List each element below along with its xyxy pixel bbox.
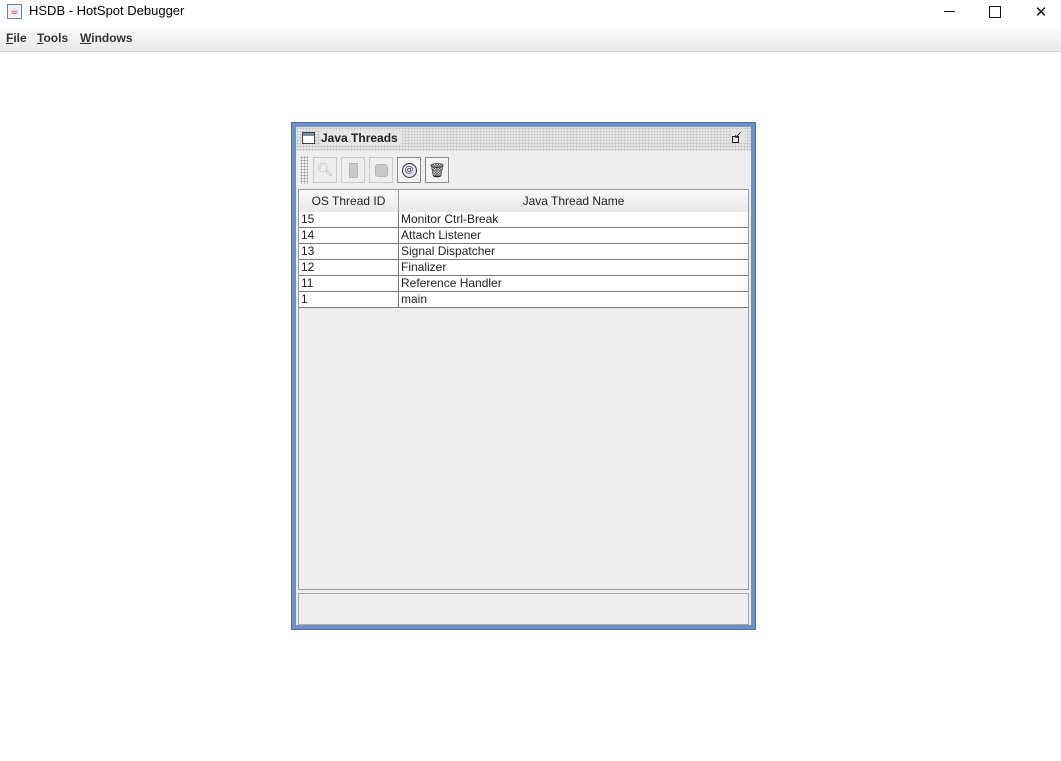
table-row[interactable]: 15 Monitor Ctrl-Break [299, 212, 748, 228]
window-title: HSDB - HotSpot Debugger [29, 3, 185, 18]
frame-restore-button[interactable]: ↙ [731, 129, 745, 143]
menu-file[interactable]: File [6, 31, 27, 45]
cell-java-thread-name: main [401, 292, 428, 306]
frame-titlebar[interactable]: Java Threads ↙ [296, 127, 751, 151]
bottom-status-panel [298, 593, 749, 625]
window-titlebar: ☕ HSDB - HotSpot Debugger ✕ [0, 0, 1061, 24]
cell-java-thread-name: Finalizer [401, 260, 447, 274]
cell-os-thread-id: 12 [299, 260, 399, 275]
cell-java-thread-name: Signal Dispatcher [401, 244, 496, 258]
table-row[interactable]: 14 Attach Listener [299, 228, 748, 244]
java-app-icon: ☕ [7, 4, 22, 19]
cell-os-thread-id: 13 [299, 244, 399, 259]
cell-os-thread-id: 14 [299, 228, 399, 243]
minimize-icon [944, 11, 955, 12]
close-button[interactable]: ✕ [1018, 0, 1061, 24]
cell-os-thread-id: 11 [299, 276, 399, 291]
menubar: File Tools Windows [0, 27, 1061, 52]
frame-window-icon [302, 132, 315, 144]
menu-windows-label: indows [91, 31, 133, 45]
delete-button[interactable]: 🗑︎ [425, 157, 449, 183]
table-row[interactable]: 1 main [299, 292, 748, 308]
menu-file-label: ile [13, 31, 27, 45]
cell-java-thread-name: Attach Listener [401, 228, 482, 242]
menu-windows[interactable]: Windows [80, 31, 133, 45]
table-header: OS Thread ID Java Thread Name [299, 190, 748, 213]
java-threads-frame-body: Java Threads ↙ 🔍︎ @ 🗑︎ OS Thread ID Java… [296, 127, 751, 625]
minimize-button[interactable] [926, 0, 972, 24]
frame-title: Java Threads [321, 131, 402, 145]
stack-icon [374, 164, 388, 177]
menu-tools-label: ools [43, 31, 69, 45]
cell-os-thread-id: 15 [299, 212, 399, 227]
column-header-os-thread-id[interactable]: OS Thread ID [299, 190, 399, 212]
magnifier-icon: 🔍︎ [316, 163, 334, 178]
cell-java-thread-name: Reference Handler [401, 276, 502, 290]
maximize-button[interactable] [972, 0, 1018, 24]
menu-tools[interactable]: Tools [37, 31, 68, 45]
table-row[interactable]: 13 Signal Dispatcher [299, 244, 748, 260]
bar-icon [348, 163, 358, 178]
java-threads-frame: Java Threads ↙ 🔍︎ @ 🗑︎ OS Thread ID Java… [291, 122, 756, 630]
frame-toolbar: 🔍︎ @ 🗑︎ [296, 153, 751, 187]
stack-memory-button[interactable] [369, 157, 393, 183]
maximize-icon [989, 6, 1001, 18]
thread-info-button[interactable]: @ [397, 157, 421, 183]
table-row[interactable]: 12 Finalizer [299, 260, 748, 276]
memory-button[interactable] [341, 157, 365, 183]
thread-info-icon: @ [401, 163, 417, 178]
inspect-thread-button[interactable]: 🔍︎ [313, 157, 337, 183]
close-icon: ✕ [1034, 3, 1048, 21]
threads-table: OS Thread ID Java Thread Name 15 Monitor… [298, 189, 749, 590]
menu-windows-mnemonic: W [80, 31, 92, 45]
cell-os-thread-id: 1 [299, 292, 399, 307]
column-header-java-thread-name[interactable]: Java Thread Name [399, 190, 748, 212]
trash-icon: 🗑︎ [428, 162, 446, 179]
toolbar-grip-handle[interactable] [300, 156, 308, 184]
table-row[interactable]: 11 Reference Handler [299, 276, 748, 292]
cell-java-thread-name: Monitor Ctrl-Break [401, 212, 499, 226]
table-body: 15 Monitor Ctrl-Break 14 Attach Listener… [299, 212, 748, 308]
